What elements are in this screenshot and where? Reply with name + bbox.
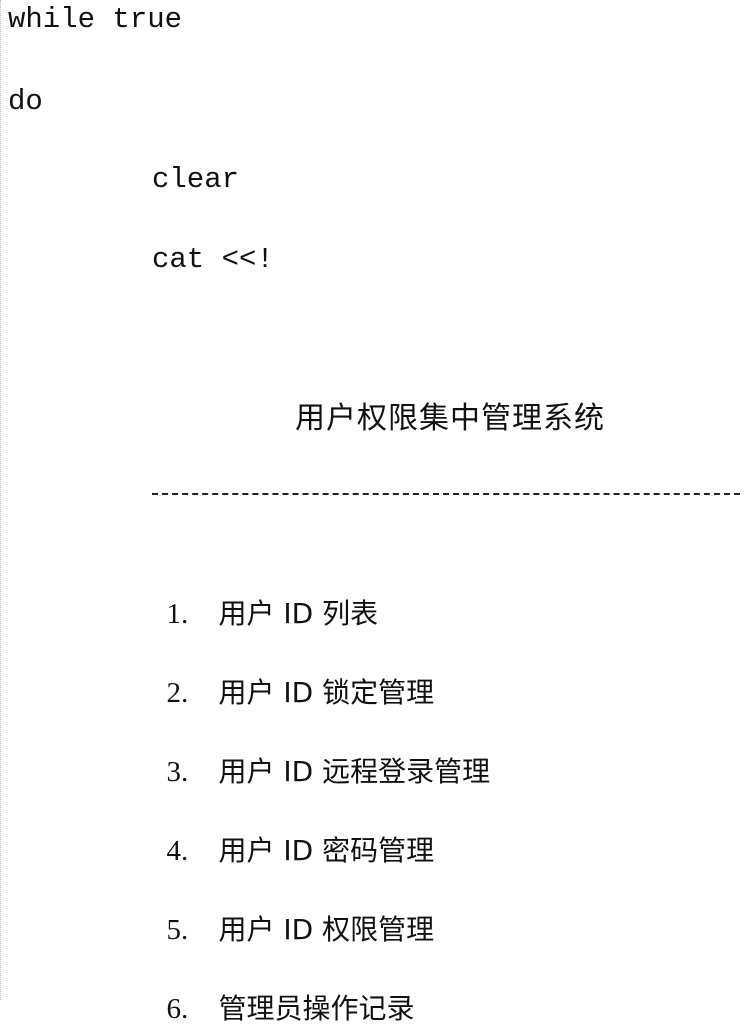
code-line-do: do xyxy=(8,85,43,118)
menu-item-label: 用户 ID 权限管理 xyxy=(218,913,435,946)
menu-title: 用户权限集中管理系统 xyxy=(295,401,605,436)
menu-divider xyxy=(152,493,740,495)
menu-item-label: 用户 ID 锁定管理 xyxy=(218,676,435,709)
menu-item-label: 用户 ID 密码管理 xyxy=(218,834,435,867)
code-line-cat-heredoc: cat <<! xyxy=(152,243,274,276)
menu-item: 4. 用户 ID 密码管理 xyxy=(152,797,435,869)
menu-item-number: 2. xyxy=(166,677,189,709)
menu-item-number: 3. xyxy=(166,756,189,788)
menu-item: 5. 用户 ID 权限管理 xyxy=(152,876,435,948)
code-line-while: while true xyxy=(8,3,183,36)
menu-item-number: 1. xyxy=(166,598,189,630)
menu-item-number: 6. xyxy=(166,993,189,1025)
menu-item-number: 5. xyxy=(166,914,189,946)
menu-item-label: 管理员操作记录 xyxy=(218,992,415,1025)
menu-item-label: 用户 ID 列表 xyxy=(218,597,379,630)
menu-item-label: 用户 ID 远程登录管理 xyxy=(218,755,491,788)
menu-item: 2. 用户 ID 锁定管理 xyxy=(152,639,435,711)
menu-item: 1. 用户 ID 列表 xyxy=(152,560,379,632)
code-line-clear: clear xyxy=(152,163,240,196)
page-left-border xyxy=(0,0,1,1000)
menu-item: 6. 管理员操作记录 xyxy=(152,955,415,1027)
menu-item: 3. 用户 ID 远程登录管理 xyxy=(152,718,491,790)
menu-item-number: 4. xyxy=(166,835,189,867)
